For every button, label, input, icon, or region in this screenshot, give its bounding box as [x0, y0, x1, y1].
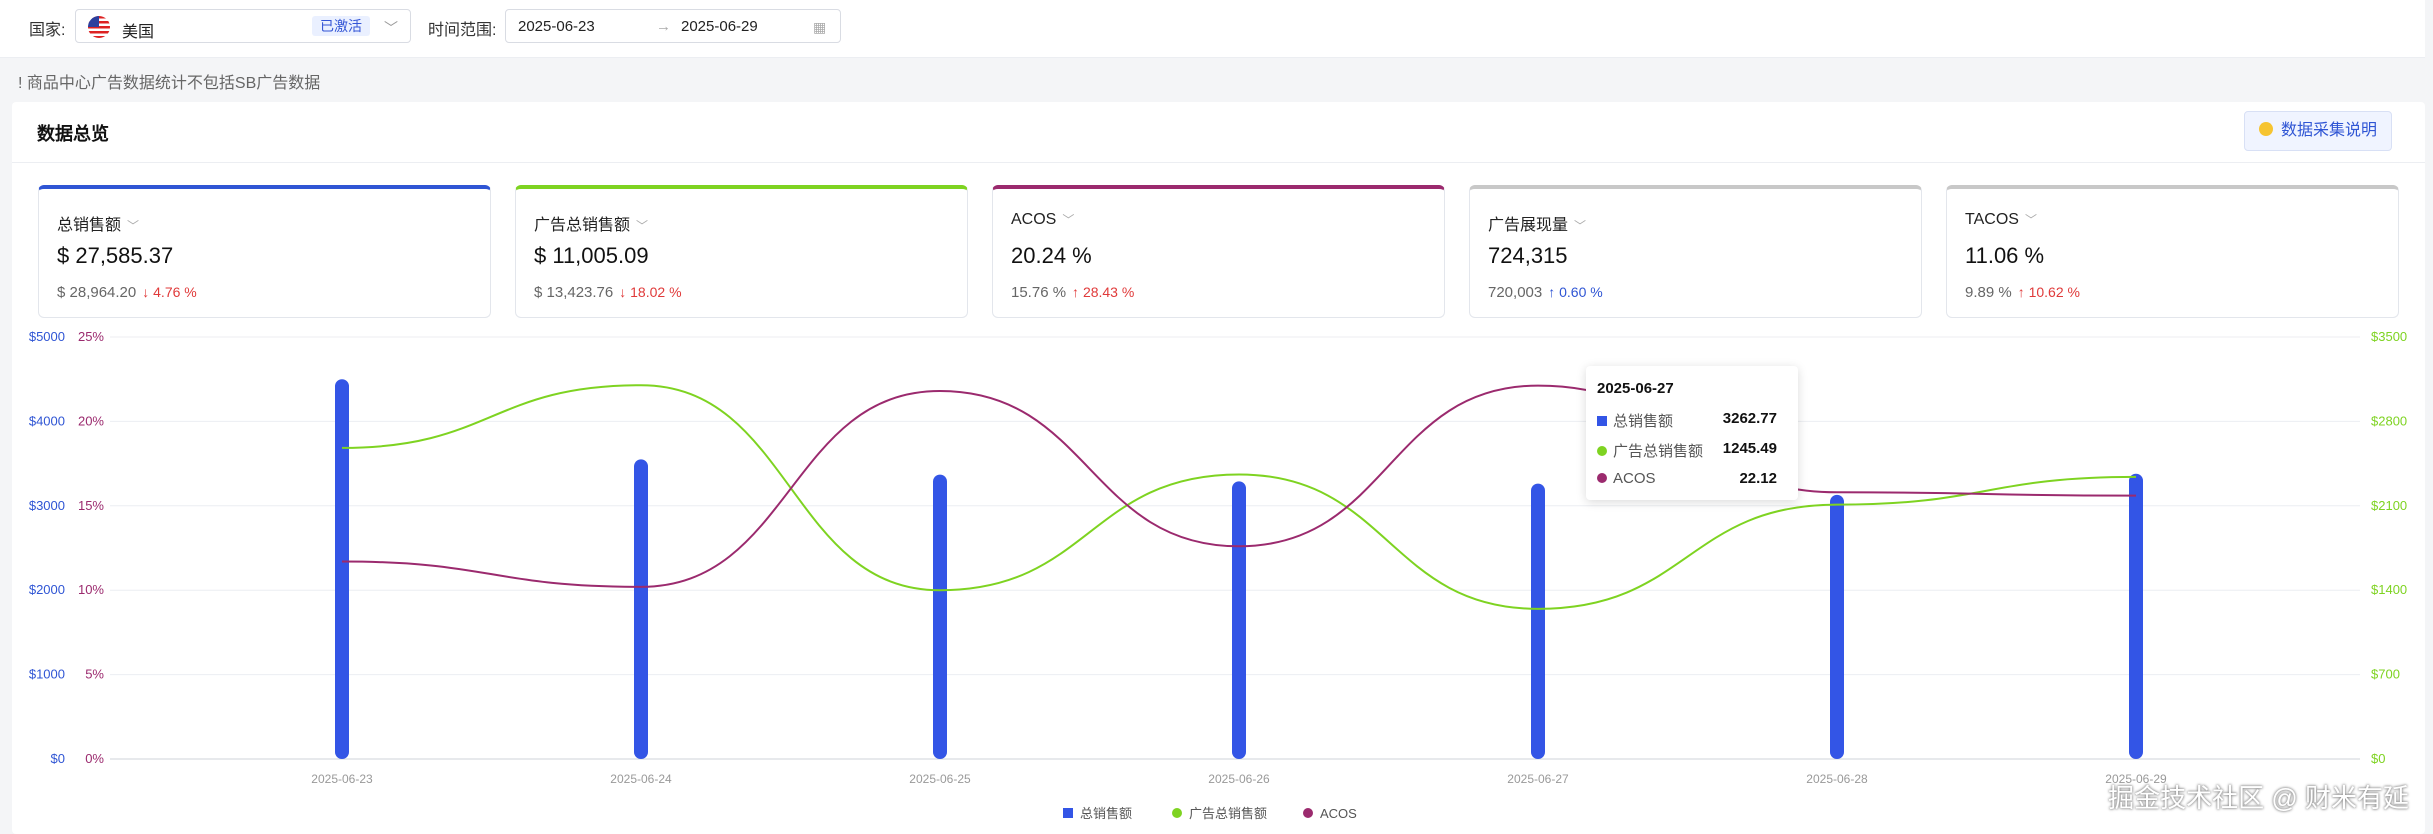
y-tick-acos: 0% — [85, 751, 104, 766]
bar-total-sales — [335, 379, 349, 759]
y-tick-acos: 15% — [78, 498, 104, 513]
y-tick-acos: 20% — [78, 413, 104, 428]
bar-total-sales — [634, 459, 648, 759]
x-tick-label: 2025-06-28 — [1806, 772, 1868, 786]
legend-label: 总销售额 — [1080, 806, 1132, 821]
tooltip-row-value: 3262.77 — [1722, 410, 1777, 427]
y-tick-ad-sales: $3500 — [2371, 329, 2407, 344]
y-tick-acos: 10% — [78, 582, 104, 597]
y-tick-acos: 5% — [85, 667, 104, 682]
y-tick-sales: $5000 — [29, 329, 65, 344]
x-tick-label: 2025-06-27 — [1507, 772, 1569, 786]
bar-total-sales — [933, 474, 947, 759]
tooltip-row-label: 总销售额 — [1613, 413, 1674, 430]
watermark: 掘金技术社区 @ 财米有延 — [2108, 783, 2409, 813]
legend-label: 广告总销售额 — [1189, 806, 1267, 821]
tooltip-row-sales: 总销售额 3262.77 — [1597, 410, 1787, 431]
square-marker-icon — [1597, 416, 1607, 426]
y-tick-sales: $4000 — [29, 413, 65, 428]
y-tick-ad-sales: $1400 — [2371, 582, 2407, 597]
legend-marker-circle — [1172, 808, 1182, 818]
y-tick-ad-sales: $0 — [2371, 751, 2385, 766]
bar-total-sales — [1531, 483, 1545, 759]
tooltip-date: 2025-06-27 — [1597, 380, 1674, 397]
circle-marker-icon — [1597, 446, 1607, 456]
chart-tooltip: 2025-06-27 总销售额 3262.77 广告总销售额 1245.49 A… — [1586, 366, 1798, 500]
tooltip-row-value: 22.12 — [1739, 470, 1777, 487]
bar-total-sales — [2129, 473, 2143, 759]
y-tick-acos: 25% — [78, 329, 104, 344]
y-tick-ad-sales: $2100 — [2371, 498, 2407, 513]
x-tick-label: 2025-06-24 — [610, 772, 672, 786]
y-tick-sales: $0 — [51, 751, 65, 766]
sales-chart: $0 0% $0 $1000 5% $700 $2000 10% $1400 $3000 15% $2… — [29, 329, 2407, 821]
y-tick-sales: $2000 — [29, 582, 65, 597]
x-tick-label: 2025-06-23 — [311, 772, 373, 786]
tooltip-row-value: 1245.49 — [1722, 440, 1777, 457]
legend-marker-circle — [1303, 808, 1313, 818]
y-tick-sales: $1000 — [29, 667, 65, 682]
bar-total-sales — [1830, 494, 1844, 759]
tooltip-row-ad-sales: 广告总销售额 1245.49 — [1597, 440, 1787, 461]
legend-marker-square — [1063, 808, 1073, 818]
y-tick-sales: $3000 — [29, 498, 65, 513]
x-tick-label: 2025-06-26 — [1208, 772, 1270, 786]
tooltip-row-label: 广告总销售额 — [1613, 443, 1704, 460]
tooltip-row-acos: ACOS 22.12 — [1597, 470, 1787, 487]
bar-total-sales — [1232, 481, 1246, 759]
y-tick-ad-sales: $700 — [2371, 667, 2400, 682]
circle-marker-icon — [1597, 473, 1607, 483]
y-tick-ad-sales: $2800 — [2371, 413, 2407, 428]
x-tick-label: 2025-06-25 — [909, 772, 971, 786]
tooltip-row-label: ACOS — [1613, 470, 1656, 487]
legend-label: ACOS — [1320, 806, 1357, 821]
